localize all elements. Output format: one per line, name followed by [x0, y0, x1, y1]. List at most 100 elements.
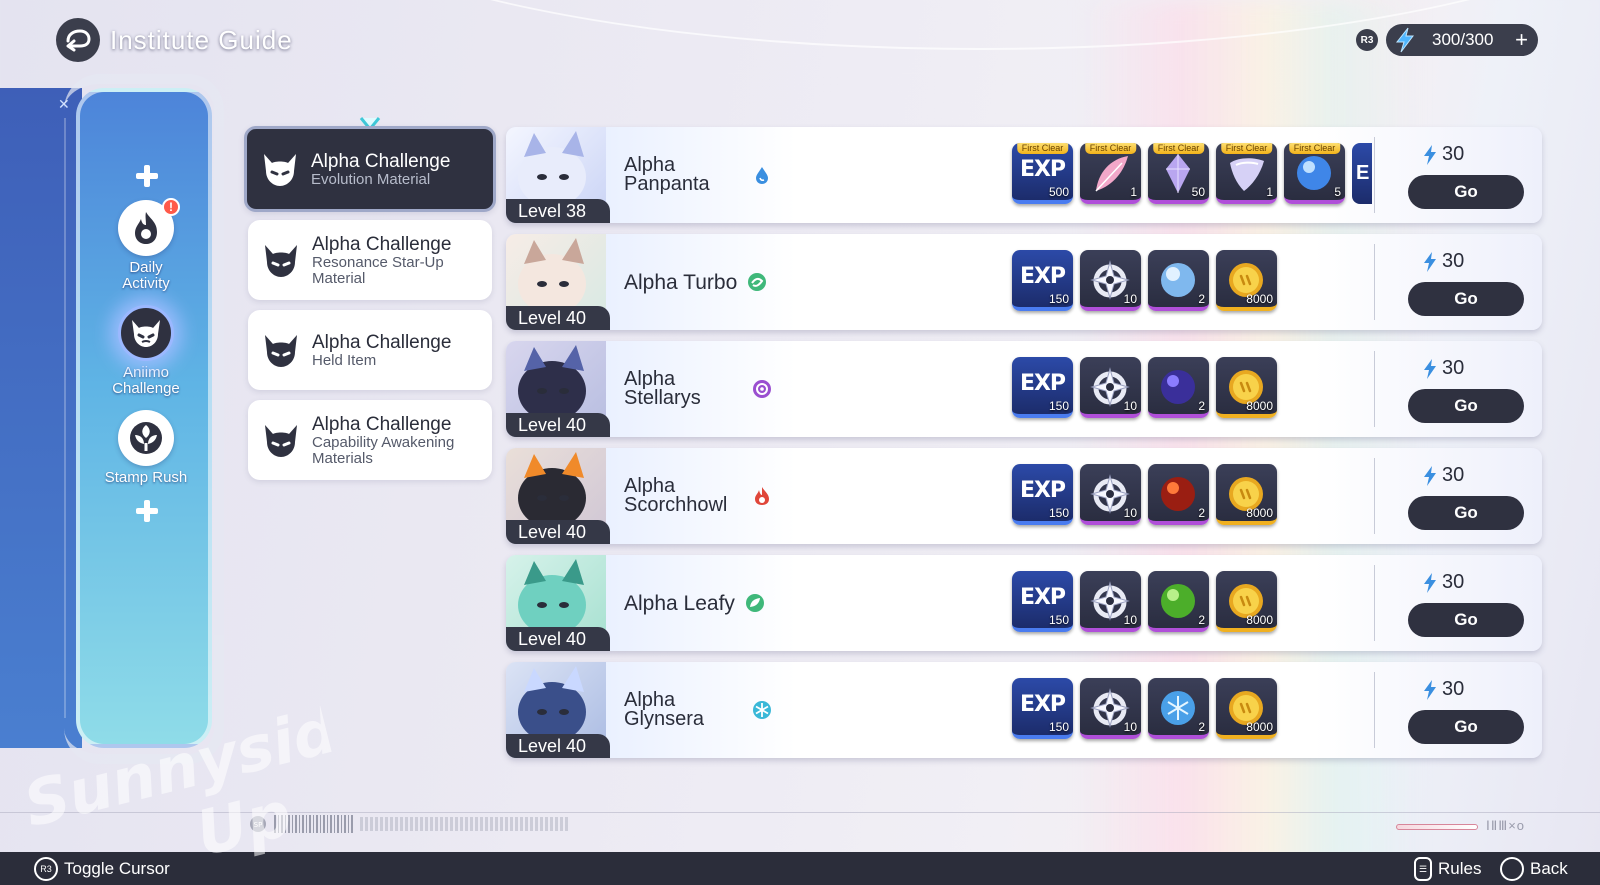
reward-item[interactable]: 8000: [1216, 357, 1277, 418]
first-clear-badge: First Clear: [1084, 143, 1137, 154]
category-subtitle: Evolution Material: [311, 170, 431, 188]
go-button[interactable]: Go: [1408, 389, 1524, 423]
reward-quantity: 10: [1123, 399, 1137, 413]
lightning-icon: [1424, 251, 1436, 272]
add-stamina-button[interactable]: +: [1515, 29, 1528, 51]
category-subtitle: Resonance Star-Up Material: [312, 253, 444, 287]
reward-item[interactable]: 8000: [1216, 678, 1277, 739]
lightning-icon: [1424, 572, 1436, 593]
challenge-row[interactable]: Level 40 Alpha Scorchhowl EXP 150 10 2 8000 30 Go: [506, 448, 1542, 544]
reward-item[interactable]: 2: [1148, 464, 1209, 525]
demon-face-icon: [265, 245, 297, 277]
reward-item[interactable]: 2: [1148, 678, 1209, 739]
r3-button-hint: R3: [1356, 29, 1378, 51]
red-orb-icon: [1161, 477, 1195, 511]
reward-item[interactable]: 10: [1080, 464, 1141, 525]
reward-item[interactable]: EXP 150: [1012, 678, 1073, 739]
row-divider: [1374, 565, 1375, 641]
reward-quantity: 10: [1123, 506, 1137, 520]
stamina-cost: 30: [1422, 357, 1464, 380]
go-button[interactable]: Go: [1408, 175, 1524, 209]
reward-item[interactable]: First Clear 1: [1216, 143, 1277, 204]
reward-item[interactable]: 10: [1080, 250, 1141, 311]
exp-icon: EXP: [1019, 157, 1066, 182]
reward-item-partial[interactable]: E: [1352, 143, 1372, 204]
challenge-row[interactable]: Level 40 Alpha Turbo EXP 150 10 2 8000 30 Go: [506, 234, 1542, 330]
first-clear-badge: First Clear: [1016, 143, 1069, 154]
reward-item[interactable]: EXP 150: [1012, 357, 1073, 418]
reward-item[interactable]: 8000: [1216, 250, 1277, 311]
rules-hint[interactable]: ☰ Rules: [1414, 857, 1481, 881]
rules-label: Rules: [1438, 859, 1482, 878]
leaf-swirl-icon: [748, 273, 767, 291]
category-resonance-star-up[interactable]: Alpha Challenge Resonance Star-Up Materi…: [248, 220, 492, 300]
sidebar-item-stamp-rush[interactable]: Stamp Rush: [78, 410, 214, 486]
barcode-bars: [274, 815, 354, 833]
reward-item[interactable]: 8000: [1216, 571, 1277, 632]
reward-item[interactable]: EXP 150: [1012, 464, 1073, 525]
reward-item[interactable]: EXP First Clear 500: [1012, 143, 1073, 204]
category-evolution-material[interactable]: Alpha Challenge Evolution Material: [244, 126, 496, 212]
category-text: Alpha Challenge Evolution Material: [311, 151, 450, 188]
reward-quantity: 150: [1048, 720, 1069, 734]
reward-item[interactable]: 10: [1080, 571, 1141, 632]
stamina-cost: 30: [1422, 571, 1464, 594]
reward-quantity: 500: [1048, 185, 1069, 199]
level-tag: Level 40: [506, 520, 610, 544]
category-title: Alpha Challenge: [311, 150, 451, 172]
snowflake-icon: [753, 701, 771, 719]
reward-item[interactable]: 10: [1080, 357, 1141, 418]
reward-list: EXP 150 10 2 8000: [1012, 250, 1277, 311]
reward-quantity: 10: [1123, 613, 1137, 627]
reward-item[interactable]: EXP 150: [1012, 571, 1073, 632]
reward-item[interactable]: 2: [1148, 357, 1209, 418]
go-button[interactable]: Go: [1408, 710, 1524, 744]
challenge-row[interactable]: Level 40 Alpha Stellarys EXP 150 10 2 8000 30 Go: [506, 341, 1542, 437]
category-text: Alpha Challenge Capability Awakening Mat…: [312, 414, 480, 467]
back-label: Back: [1530, 859, 1568, 878]
row-divider: [1374, 351, 1375, 427]
toggle-cursor-hint[interactable]: R3 Toggle Cursor: [34, 857, 170, 881]
category-capability-awakening[interactable]: Alpha Challenge Capability Awakening Mat…: [248, 400, 492, 480]
svg-text:SP: SP: [254, 821, 263, 829]
sidebar-item-label: Stamp Rush: [104, 469, 188, 486]
reward-list: EXP 150 10 2 8000: [1012, 357, 1277, 418]
challenge-name: Alpha Stellarys: [624, 368, 701, 409]
category-subtitle: Held Item: [312, 351, 377, 369]
row-divider: [1374, 458, 1375, 534]
reward-item[interactable]: EXP 150: [1012, 250, 1073, 311]
menu-button-icon: ☰: [1414, 857, 1432, 881]
go-button[interactable]: Go: [1408, 603, 1524, 637]
challenge-row[interactable]: Level 40 Alpha Leafy EXP 150 10 2 8000 30 Go: [506, 555, 1542, 651]
row-divider: [1374, 244, 1375, 320]
challenge-name: Alpha Panpanta: [624, 154, 710, 195]
challenge-row[interactable]: Level 38 Alpha Panpanta EXP First Clear 500 Fi…: [506, 127, 1542, 223]
sidebar-item-aniimo-challenge[interactable]: Aniimo Challenge: [78, 305, 214, 397]
exp-icon: EXP: [1019, 692, 1066, 717]
back-button[interactable]: [56, 18, 100, 62]
reward-item[interactable]: 2: [1148, 250, 1209, 311]
reward-quantity: 10: [1123, 292, 1137, 306]
exp-icon: EXP: [1019, 264, 1066, 289]
level-tag: Level 38: [506, 199, 610, 223]
first-clear-badge: First Clear: [1220, 143, 1273, 154]
reward-quantity: 8000: [1246, 720, 1273, 734]
go-button[interactable]: Go: [1408, 496, 1524, 530]
back-hint[interactable]: Back: [1500, 857, 1568, 881]
reward-item[interactable]: First Clear 5: [1284, 143, 1345, 204]
reward-item[interactable]: 10: [1080, 678, 1141, 739]
reward-item[interactable]: 2: [1148, 571, 1209, 632]
reward-quantity: 1: [1130, 185, 1137, 199]
sidebar-item-daily-activity[interactable]: ! Daily Activity: [78, 198, 214, 292]
lightning-icon: [1424, 144, 1436, 165]
category-held-item[interactable]: Alpha Challenge Held Item: [248, 310, 492, 390]
reward-item[interactable]: First Clear 50: [1148, 143, 1209, 204]
reward-item[interactable]: First Clear 1: [1080, 143, 1141, 204]
challenge-row[interactable]: Level 40 Alpha Glynsera EXP 150 10 2 8000 30 Go: [506, 662, 1542, 758]
lightning-icon: [1424, 679, 1436, 700]
reward-item[interactable]: 8000: [1216, 464, 1277, 525]
reward-quantity: 2: [1198, 613, 1205, 627]
go-button[interactable]: Go: [1408, 282, 1524, 316]
green-orb-icon: [1161, 584, 1195, 618]
page-header: Institute Guide: [56, 18, 293, 62]
